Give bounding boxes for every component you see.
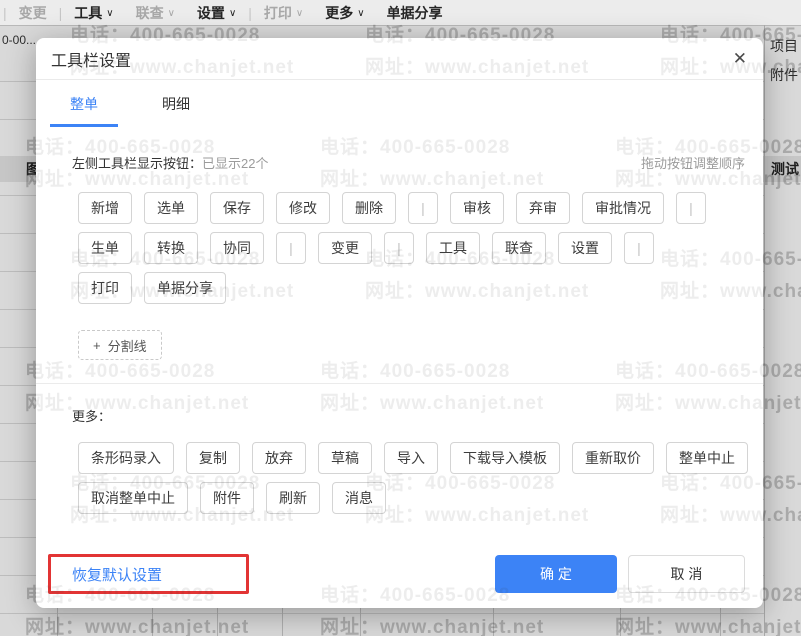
toolbar-menu-label: 单据分享 [386, 4, 443, 21]
tool-button[interactable]: 协同 [210, 232, 264, 264]
toolbar-menu-item[interactable]: 更多 ∨ [325, 3, 364, 23]
more-buttons-area: 条形码录入 复制 放弃 草稿 导入 下载导入模板 重新取价 整单中止 取消整单中止 附件 刷新 消息 [78, 442, 748, 514]
more-label: 更多： [72, 409, 112, 424]
tool-button[interactable]: 弃审 [516, 192, 570, 224]
toolbar-menu-label: 联查 [135, 4, 164, 21]
dialog-footer: 恢复默认设置 确 定 取 消 [48, 552, 745, 596]
toolbar-menu-label: 变更 [18, 4, 47, 21]
dialog-header: 工具栏设置 ✕ [36, 38, 763, 80]
tool-button[interactable]: 设置 [558, 232, 612, 264]
button-row: 生单 转换 协同 | 变更 | 工具 联查 设置 | [78, 232, 745, 264]
tool-button[interactable]: 附件 [200, 482, 254, 514]
chevron-down-icon: ∨ [106, 8, 114, 19]
toolbar-menu-item[interactable]: 设置 ∨ [197, 3, 236, 23]
toolbar-menu-label: 设置 [196, 4, 225, 21]
tool-button[interactable]: 审批情况 [582, 192, 664, 224]
cancel-button[interactable]: 取 消 [628, 555, 745, 593]
display-label: 左侧工具栏显示按钮： [72, 156, 203, 171]
toolbar-menu-label: 打印 [263, 4, 292, 21]
toolbar-menu-item[interactable]: 变更 [19, 3, 47, 23]
chevron-down-icon: ∨ [167, 8, 175, 19]
tool-button[interactable]: 条形码录入 [78, 442, 174, 474]
tool-button[interactable]: 下载导入模板 [450, 442, 560, 474]
tool-button[interactable]: 导入 [384, 442, 438, 474]
confirm-button[interactable]: 确 定 [495, 555, 617, 593]
plus-icon: + [93, 337, 101, 353]
section-divider [36, 383, 763, 384]
separator-pipe-button[interactable]: | [384, 232, 414, 264]
tool-button[interactable]: 草稿 [318, 442, 372, 474]
tool-button[interactable]: 放弃 [252, 442, 306, 474]
tool-button[interactable]: 生单 [78, 232, 132, 264]
toolbar-menu-item[interactable]: 联查 ∨ [136, 3, 175, 23]
add-divider-label: 分割线 [107, 338, 147, 354]
tool-button[interactable]: 复制 [186, 442, 240, 474]
tool-button[interactable]: 修改 [276, 192, 330, 224]
button-row: 取消整单中止 附件 刷新 消息 [78, 482, 745, 514]
tool-button[interactable]: 工具 [426, 232, 480, 264]
tool-button[interactable]: 重新取价 [572, 442, 654, 474]
chevron-down-icon: ∨ [357, 8, 365, 19]
tool-button[interactable]: 联查 [492, 232, 546, 264]
tool-button[interactable]: 变更 [318, 232, 372, 264]
tool-button[interactable]: 删除 [342, 192, 396, 224]
tool-button[interactable]: 消息 [332, 482, 386, 514]
toolbar-menu-item[interactable]: 打印 ∨ [264, 3, 303, 23]
tool-button[interactable]: 新增 [78, 192, 132, 224]
toolbar-menu-label: 工具 [74, 4, 103, 21]
separator-pipe-button[interactable]: | [624, 232, 654, 264]
toolbar-menu-label: 更多 [325, 4, 354, 21]
display-summary: 左侧工具栏显示按钮：已显示22个 拖动按钮调整顺序 [72, 153, 745, 172]
display-count: 已显示22个 [202, 156, 269, 171]
tool-button[interactable]: 单据分享 [144, 272, 226, 304]
tool-button[interactable]: 打印 [78, 272, 132, 304]
button-row: 新增 选单 保存 修改 删除 | 审核 弃审 审批情况 | [78, 192, 745, 224]
tool-button[interactable]: 刷新 [266, 482, 320, 514]
toolbar-separator: | [248, 4, 252, 21]
dialog-tab[interactable]: 整单 [50, 94, 118, 127]
tool-button[interactable]: 取消整单中止 [78, 482, 188, 514]
close-icon[interactable]: ✕ [733, 50, 747, 67]
tool-button[interactable]: 保存 [210, 192, 264, 224]
dialog-title: 工具栏设置 [51, 52, 132, 70]
dialog-tab[interactable]: 明细 [142, 94, 210, 127]
button-row: 条形码录入 复制 放弃 草稿 导入 下载导入模板 重新取价 整单中止 [78, 442, 748, 474]
watermark-text: 电话：400-665-0028 [320, 361, 511, 382]
separator-pipe-button[interactable]: | [676, 192, 706, 224]
chevron-down-icon: ∨ [295, 8, 304, 19]
tool-button[interactable]: 选单 [144, 192, 198, 224]
toolbar-separator: | [58, 4, 63, 21]
restore-defaults-link[interactable]: 恢复默认设置 [72, 564, 162, 585]
toolbar-menu-item[interactable]: 工具 ∨ [74, 3, 113, 23]
watermark-text: 电话：400-665-0028 [615, 361, 763, 382]
toolbar-menu-item[interactable]: 单据分享 [387, 3, 443, 23]
drag-hint: 拖动按钮调整顺序 [640, 156, 745, 171]
add-divider-button[interactable]: + 分割线 [78, 330, 162, 360]
tool-button[interactable]: 转换 [144, 232, 198, 264]
toolbar-separator: | [3, 4, 7, 21]
chevron-down-icon: ∨ [228, 8, 237, 19]
top-toolbar: | 变更 | 工具 ∨ 联查 ∨ 设置 ∨ | 打印 ∨ 更多 ∨ 单据分享 [0, 0, 801, 26]
button-row: 打印 单据分享 [78, 272, 745, 304]
tool-button[interactable]: 审核 [450, 192, 504, 224]
tool-button[interactable]: 整单中止 [666, 442, 748, 474]
separator-pipe-button[interactable]: | [408, 192, 438, 224]
displayed-buttons-area: 新增 选单 保存 修改 删除 | 审核 弃审 审批情况 | 生单 转换 协同 | 变更 | 工具 联查 设置 | 打印单… [78, 192, 745, 304]
toolbar-settings-dialog: 工具栏设置 ✕ 整单 明细 左侧工具栏显示按钮：已显示22个 拖动按钮调整顺序 新… [36, 38, 763, 608]
annotation-highlight-box: 恢复默认设置 [48, 554, 249, 594]
watermark-text: 电话：400-665-0028 [36, 361, 216, 382]
separator-pipe-button[interactable]: | [276, 232, 306, 264]
footer-actions: 确 定 取 消 [495, 555, 745, 593]
dialog-tabs: 整单 明细 [50, 94, 763, 127]
